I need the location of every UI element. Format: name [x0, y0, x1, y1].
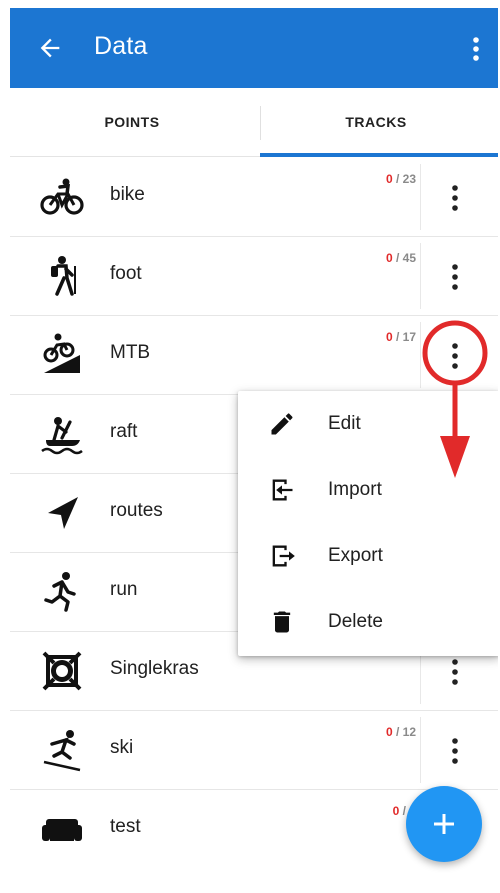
trash-icon [273, 611, 291, 633]
list-item-foot[interactable]: foot 0 / 45 [10, 237, 498, 316]
list-item-label: Singlekras [110, 658, 199, 679]
add-fab-button[interactable] [406, 786, 482, 862]
sofa-icon [42, 819, 82, 841]
pencil-icon [271, 413, 293, 435]
screen: Data POINTS TRACKS bike 0 / 23 foot 0 / … [10, 8, 498, 893]
more-vert-icon[interactable] [442, 257, 468, 297]
track-count: 0 / 17 [385, 330, 416, 344]
row-divider [420, 243, 421, 309]
menu-item-delete[interactable]: Delete [238, 589, 498, 655]
menu-item-label: Edit [328, 413, 361, 434]
navigation-arrow-icon [48, 497, 78, 529]
runner-icon [44, 572, 76, 612]
track-count: 0 / 45 [385, 251, 416, 265]
more-vert-icon[interactable] [466, 34, 486, 64]
menu-item-export[interactable]: Export [238, 523, 498, 589]
singlekras-icon [42, 651, 82, 691]
list-item-label: ski [110, 737, 134, 758]
tab-bar: POINTS TRACKS [10, 88, 498, 157]
row-divider [420, 322, 421, 388]
menu-item-label: Export [328, 545, 383, 566]
skier-icon [43, 730, 81, 772]
tab-tracks[interactable]: TRACKS [254, 88, 498, 156]
list-item-label: MTB [110, 342, 151, 363]
tab-indicator [260, 153, 498, 157]
page-title: Data [94, 32, 148, 60]
row-divider [420, 164, 421, 230]
track-count: 0 / 12 [385, 725, 416, 739]
mtb-icon [43, 333, 80, 373]
menu-item-import[interactable]: Import [238, 457, 498, 523]
hiker-icon [51, 256, 76, 296]
more-vert-icon[interactable] [442, 336, 468, 376]
more-vert-icon[interactable] [442, 178, 468, 218]
list-item-bike[interactable]: bike 0 / 23 [10, 158, 498, 237]
import-icon [272, 479, 293, 501]
menu-item-label: Delete [328, 611, 383, 632]
raft-icon [41, 417, 83, 455]
menu-item-edit[interactable]: Edit [238, 391, 498, 457]
more-vert-icon[interactable] [442, 731, 468, 771]
more-vert-icon[interactable] [442, 652, 468, 692]
list-item-label: routes [110, 500, 163, 521]
row-divider [420, 717, 421, 783]
bike-icon [40, 178, 84, 215]
list-item-mtb[interactable]: MTB 0 / 17 [10, 316, 498, 395]
list-item-ski[interactable]: ski 0 / 12 [10, 711, 498, 790]
arrow-back-icon[interactable] [36, 34, 64, 62]
list-item-label: run [110, 579, 138, 600]
list-item-label: foot [110, 263, 142, 284]
track-options-menu: Edit Import Export Delete [238, 391, 498, 656]
export-icon [272, 545, 295, 567]
list-item-label: bike [110, 184, 145, 205]
list-item-label: raft [110, 421, 138, 442]
list-item-label: test [110, 816, 141, 837]
app-bar: Data [10, 8, 498, 88]
menu-item-label: Import [328, 479, 382, 500]
track-count: 0 / 23 [385, 172, 416, 186]
plus-icon [434, 814, 454, 834]
tab-points[interactable]: POINTS [10, 88, 254, 156]
